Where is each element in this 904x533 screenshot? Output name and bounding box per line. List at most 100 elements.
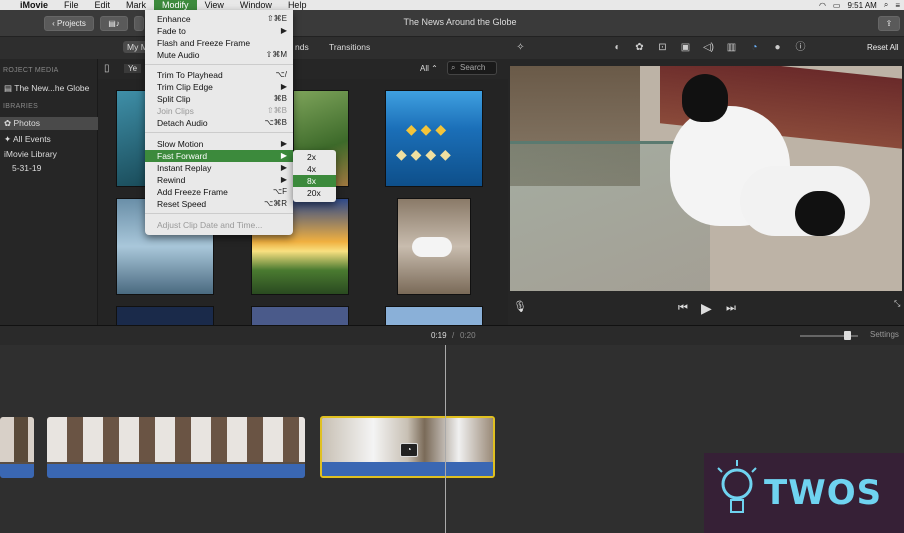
menu-item-rewind[interactable]: Rewind ▶: [145, 174, 293, 186]
sidebar-item-date[interactable]: 5-31-19: [12, 163, 41, 173]
menu-separator: [145, 132, 293, 133]
menu-help[interactable]: Help: [280, 0, 315, 10]
menu-item-label: Enhance: [157, 14, 191, 24]
menu-item-enhance[interactable]: Enhance ⇧⌘E: [145, 13, 293, 25]
speed-icon[interactable]: ◔: [748, 41, 761, 54]
sidebar-item-label: Photos: [13, 118, 40, 128]
magic-wand-icon[interactable]: ✧: [514, 41, 527, 54]
sidebar-item-all-events[interactable]: ✦ All Events: [4, 134, 51, 145]
submenu-item-2x[interactable]: 2x: [293, 151, 336, 163]
photo-thumbnail[interactable]: [397, 198, 471, 295]
crop-icon[interactable]: ⊡: [656, 41, 669, 54]
menu-item-fast-forward[interactable]: Fast Forward ▶: [145, 150, 293, 162]
speed-badge-icon: ◔: [400, 443, 418, 457]
photo-thumbnail[interactable]: [251, 306, 349, 325]
info-icon[interactable]: ⓘ: [794, 41, 807, 54]
zoom-slider[interactable]: [800, 331, 858, 340]
clip-audio-bar: [47, 464, 305, 478]
menu-item-adjust-clip-date: Adjust Clip Date and Time...: [145, 219, 293, 231]
photo-thumbnail[interactable]: [385, 306, 483, 325]
project-media-header: ROJECT MEDIA: [3, 67, 59, 74]
sidebar-item-photos[interactable]: ✿ Photos: [0, 117, 98, 130]
timeline-clip[interactable]: [47, 417, 305, 478]
menu-edit[interactable]: Edit: [87, 0, 119, 10]
viewer: 🎙 ⏮ ▶ ⏭ ⤡: [508, 59, 904, 325]
menu-item-add-freeze-frame[interactable]: Add Freeze Frame ⌥F: [145, 186, 293, 198]
menu-item-label: Trim Clip Edge: [157, 82, 213, 92]
battery-icon[interactable]: ▭: [833, 1, 841, 10]
clock[interactable]: 9:51 AM: [847, 1, 876, 10]
menu-item-trim-clip-edge[interactable]: Trim Clip Edge ▶: [145, 81, 293, 93]
playhead[interactable]: [445, 345, 446, 533]
menu-item-label: Instant Replay: [157, 163, 212, 173]
menu-item-split-clip[interactable]: Split Clip ⌘B: [145, 93, 293, 105]
submenu-item-8x[interactable]: 8x: [293, 175, 336, 187]
fullscreen-icon[interactable]: ⤡: [894, 299, 900, 309]
timeline-settings-button[interactable]: Settings: [870, 330, 899, 339]
play-icon[interactable]: ▶: [701, 300, 712, 317]
menu-window[interactable]: Window: [232, 0, 280, 10]
menu-item-mute-audio[interactable]: Mute Audio ⇧⌘M: [145, 49, 293, 61]
sidebar-item-project[interactable]: ▤ The New...he Globe: [4, 83, 89, 94]
tab-audio[interactable]: nds: [295, 42, 309, 52]
timeline-clip[interactable]: [0, 417, 34, 478]
menu-item-label: Detach Audio: [157, 118, 208, 128]
menu-item-trim-to-playhead[interactable]: Trim To Playhead ⌥/: [145, 69, 293, 81]
menu-view[interactable]: View: [197, 0, 232, 10]
menu-item-fade-to[interactable]: Fade to ▶: [145, 25, 293, 37]
stabilization-icon[interactable]: ▣: [679, 41, 692, 54]
microphone-icon[interactable]: 🎙: [513, 300, 527, 313]
zoom-slider-thumb[interactable]: [844, 331, 851, 340]
submenu-item-20x[interactable]: 20x: [293, 187, 336, 199]
spotlight-icon[interactable]: ⌕: [884, 0, 888, 10]
sidebar-toggle-icon[interactable]: ▯: [104, 63, 110, 74]
menu-item-shortcut: ⇧⌘E: [266, 14, 287, 23]
photo-thumbnail[interactable]: [116, 90, 148, 187]
clip-filter-icon[interactable]: ●: [771, 41, 784, 54]
toolbar-button[interactable]: [134, 16, 144, 31]
color-correction-icon[interactable]: ✿: [633, 41, 646, 54]
volume-icon[interactable]: ◁): [702, 41, 715, 54]
wifi-icon[interactable]: ◠: [819, 1, 826, 10]
menu-app-imovie[interactable]: iMovie: [0, 0, 56, 10]
notification-icon[interactable]: ≡: [895, 1, 900, 10]
clip-filmstrip: [47, 417, 305, 462]
menu-modify[interactable]: Modify: [154, 0, 197, 10]
menu-bar: iMovie File Edit Mark Modify View Window…: [0, 0, 904, 10]
reset-all-button[interactable]: Reset All: [867, 43, 899, 52]
media-import-button[interactable]: ▤♪: [100, 16, 128, 31]
menu-item-instant-replay[interactable]: Instant Replay ▶: [145, 162, 293, 174]
total-time: 0:20: [460, 331, 476, 340]
clip-filter-select[interactable]: All ⌃: [420, 64, 438, 73]
menu-mark[interactable]: Mark: [118, 0, 154, 10]
menu-item-label: Fade to: [157, 26, 186, 36]
photo-thumbnail[interactable]: ◆ ◆ ◆ ◆ ◆ ◆ ◆: [385, 90, 483, 187]
menu-item-label: Trim To Playhead: [157, 70, 223, 80]
submenu-arrow-icon: ▶: [280, 175, 287, 184]
skip-forward-icon[interactable]: ⏭: [726, 302, 736, 315]
film-icon: ▤: [4, 83, 15, 93]
timeline-clip-selected[interactable]: ◔: [320, 416, 495, 478]
libraries-header: IBRARIES: [3, 103, 39, 110]
projects-button[interactable]: ‹ Projects: [44, 16, 94, 31]
sidebar-item-library[interactable]: iMovie Library: [4, 149, 57, 159]
chevron-updown-icon: ⌃: [428, 64, 438, 73]
menu-item-flash-freeze[interactable]: Flash and Freeze Frame: [145, 37, 293, 49]
menu-file[interactable]: File: [56, 0, 87, 10]
submenu-item-4x[interactable]: 4x: [293, 163, 336, 175]
year-filter[interactable]: Ye: [124, 64, 142, 73]
share-button[interactable]: ⇪: [878, 16, 900, 31]
tab-transitions[interactable]: Transitions: [329, 42, 370, 52]
menu-item-detach-audio[interactable]: Detach Audio ⌥⌘B: [145, 117, 293, 129]
search-input[interactable]: ⌕ Search: [447, 61, 497, 75]
menu-item-reset-speed[interactable]: Reset Speed ⌥⌘R: [145, 198, 293, 210]
equalizer-icon[interactable]: ▥: [725, 41, 738, 54]
video-preview[interactable]: [510, 66, 902, 291]
photo-thumbnail[interactable]: [116, 306, 214, 325]
skip-back-icon[interactable]: ⏮: [678, 302, 688, 315]
sidebar-item-label: The New...he Globe: [14, 83, 90, 93]
fast-forward-submenu: 2x 4x 8x 20x: [293, 150, 336, 202]
menu-item-slow-motion[interactable]: Slow Motion ▶: [145, 138, 293, 150]
color-balance-icon[interactable]: ◐: [611, 41, 624, 54]
menu-separator: [145, 64, 293, 65]
